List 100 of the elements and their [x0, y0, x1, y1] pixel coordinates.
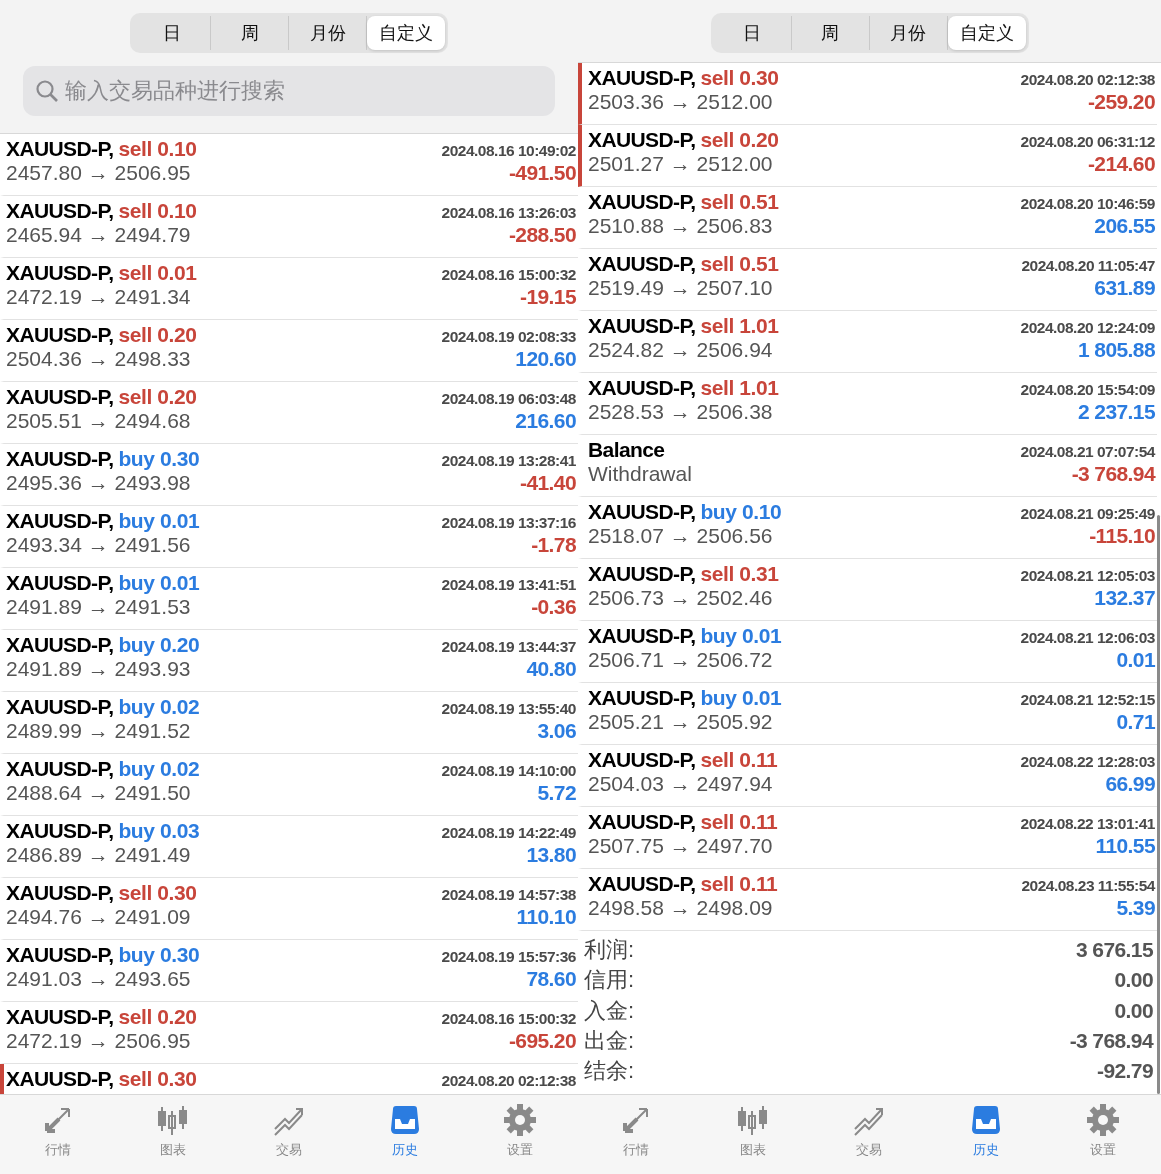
profit-value: 216.60 [515, 409, 576, 433]
trade-row[interactable]: XAUUSD-P, buy 0.01 2024.08.21 12:06:03 2506.71 → 2506.72 0.01 [578, 621, 1157, 683]
profit-value: 631.89 [1094, 276, 1155, 300]
summary-value: -92.79 [1097, 1058, 1153, 1083]
trade-row[interactable]: XAUUSD-P, sell 0.30 2024.08.19 14:57:38 2494.76 → 2491.09 110.10 [0, 878, 578, 940]
nav-tab[interactable]: 历史 [927, 1095, 1045, 1174]
trade-row[interactable]: XAUUSD-P, sell 0.11 2024.08.22 13:01:41 2507.75 → 2497.70 110.55 [578, 807, 1157, 869]
trade-row[interactable]: XAUUSD-P, buy 0.30 2024.08.19 13:28:41 2495.36 → 2493.98 -41.40 [0, 444, 578, 506]
price-range: 2495.36 → 2493.98 [6, 471, 191, 495]
trade-row[interactable]: XAUUSD-P, buy 0.10 2024.08.21 09:25:49 2518.07 → 2506.56 -115.10 [578, 497, 1157, 559]
trade-row[interactable]: XAUUSD-P, sell 0.31 2024.08.21 12:05:03 2506.73 → 2502.46 132.37 [578, 559, 1157, 621]
profit-value: 13.80 [526, 843, 576, 867]
summary-value: 0.00 [1114, 968, 1153, 993]
summary-value: 0.00 [1114, 998, 1153, 1023]
trade-row[interactable]: XAUUSD-P, sell 0.51 2024.08.20 10:46:59 2510.88 → 2506.83 206.55 [578, 187, 1157, 249]
trade-time: 2024.08.21 12:06:03 [1020, 629, 1155, 647]
period-tab[interactable]: 自定义 [947, 16, 1026, 50]
trade-row[interactable]: XAUUSD-P, sell 0.01 2024.08.16 15:00:32 2472.19 → 2491.34 -19.15 [0, 258, 578, 320]
symbol-label: XAUUSD-P, [588, 748, 696, 771]
price-range: 2472.19 → 2491.34 [6, 285, 191, 309]
entry-title: Balance [588, 438, 665, 461]
trade-row[interactable]: XAUUSD-P, sell 0.20 2024.08.20 06:31:12 2501.27 → 2512.00 -214.60 [578, 125, 1157, 187]
trade-time: 2024.08.20 11:05:47 [1021, 257, 1155, 275]
order-action: sell 0.20 [118, 385, 197, 408]
trade-time: 2024.08.23 11:55:54 [1021, 877, 1155, 895]
period-tab[interactable]: 日 [133, 16, 211, 50]
profit-value: 120.60 [515, 347, 576, 371]
trade-time: 2024.08.22 12:28:03 [1020, 753, 1155, 771]
trade-row[interactable]: XAUUSD-P, buy 0.01 2024.08.21 12:52:15 2505.21 → 2505.92 0.71 [578, 683, 1157, 745]
order-action: buy 0.01 [700, 624, 782, 647]
summary-value: -3 768.94 [1069, 1028, 1153, 1053]
profit-value: -695.20 [508, 1029, 576, 1053]
balance-row[interactable]: Balance 2024.08.21 07:07:54 Withdrawal -3 768.94 [578, 435, 1157, 497]
order-action: sell 1.01 [700, 376, 779, 399]
symbol-label: XAUUSD-P, [588, 376, 696, 399]
profit-value: 132.37 [1094, 586, 1155, 610]
nav-tab[interactable]: 行情 [0, 1095, 116, 1174]
trade-row[interactable]: XAUUSD-P, buy 0.20 2024.08.19 13:44:37 2491.89 → 2493.93 40.80 [0, 630, 578, 692]
order-action: sell 0.20 [700, 128, 779, 151]
period-tab[interactable]: 日 [713, 16, 792, 50]
trade-row[interactable]: XAUUSD-P, buy 0.02 2024.08.19 14:10:00 2488.64 → 2491.50 5.72 [0, 754, 578, 816]
order-action: sell 0.51 [700, 252, 779, 275]
price-range: 2504.03 → 2497.94 [588, 772, 773, 796]
settings-icon [503, 1103, 538, 1137]
symbol-label: XAUUSD-P, [6, 881, 114, 904]
period-tab[interactable]: 自定义 [367, 16, 445, 50]
price-range: 2457.80 → 2506.95 [6, 161, 191, 185]
symbol-label: XAUUSD-P, [588, 252, 696, 275]
trade-row[interactable]: XAUUSD-P, buy 0.02 2024.08.19 13:55:40 2489.99 → 2491.52 3.06 [0, 692, 578, 754]
scroll-bar[interactable] [1157, 515, 1160, 1094]
profit-value: -19.15 [520, 285, 576, 309]
trade-row[interactable]: XAUUSD-P, buy 0.01 2024.08.19 13:41:51 2491.89 → 2491.53 -0.36 [0, 568, 578, 630]
nav-tab[interactable]: 历史 [346, 1095, 463, 1174]
trade-time: 2024.08.21 07:07:54 [1020, 443, 1155, 461]
price-range: 2524.82 → 2506.94 [588, 338, 773, 362]
trade-row[interactable]: XAUUSD-P, sell 0.30 2024.08.20 02:12:38 2503.36 → 2512.00 -259.20 [578, 63, 1157, 125]
period-tab[interactable]: 周 [211, 16, 289, 50]
symbol-label: XAUUSD-P, [6, 199, 114, 222]
nav-tab[interactable]: 行情 [578, 1095, 695, 1174]
symbol-label: XAUUSD-P, [588, 314, 696, 337]
profit-value: 110.10 [516, 905, 576, 929]
trade-row[interactable]: XAUUSD-P, sell 0.20 2024.08.19 06:03:48 2505.51 → 2494.68 216.60 [0, 382, 578, 444]
symbol-label: XAUUSD-P, [588, 500, 696, 523]
trade-row[interactable]: XAUUSD-P, sell 0.10 2024.08.16 13:26:03 2465.94 → 2494.79 -288.50 [0, 196, 578, 258]
period-tab[interactable]: 月份 [869, 16, 948, 50]
order-action: sell 1.01 [700, 314, 779, 337]
symbol-label: XAUUSD-P, [588, 128, 696, 151]
trade-row[interactable]: XAUUSD-P, buy 0.01 2024.08.19 13:37:16 2493.34 → 2491.56 -1.78 [0, 506, 578, 568]
order-action: sell 0.01 [118, 261, 197, 284]
trade-row[interactable]: XAUUSD-P, sell 0.11 2024.08.23 11:55:54 2498.58 → 2498.09 5.39 [578, 869, 1157, 931]
price-range: 2506.73 → 2502.46 [588, 586, 773, 610]
trade-row[interactable]: XAUUSD-P, sell 0.20 2024.08.16 15:00:32 2472.19 → 2506.95 -695.20 [0, 1002, 578, 1064]
price-range: 2472.19 → 2506.95 [6, 1029, 191, 1053]
trade-time: 2024.08.16 15:00:32 [441, 1010, 576, 1028]
symbol-label: XAUUSD-P, [6, 757, 114, 780]
trade-row[interactable]: XAUUSD-P, sell 1.01 2024.08.20 12:24:09 2524.82 → 2506.94 1 805.88 [578, 311, 1157, 373]
trade-row[interactable]: XAUUSD-P, sell 1.01 2024.08.20 15:54:09 2528.53 → 2506.38 2 237.15 [578, 373, 1157, 435]
trade-time: 2024.08.22 13:01:41 [1020, 815, 1155, 833]
trade-row[interactable]: XAUUSD-P, sell 0.51 2024.08.20 11:05:47 2519.49 → 2507.10 631.89 [578, 249, 1157, 311]
trade-time: 2024.08.19 13:55:40 [441, 700, 576, 718]
trade-time: 2024.08.16 15:00:32 [441, 266, 576, 284]
profit-value: 78.60 [526, 967, 576, 991]
symbol-label: XAUUSD-P, [6, 509, 114, 532]
profit-value: 3.06 [537, 719, 576, 743]
trade-row[interactable]: XAUUSD-P, buy 0.03 2024.08.19 14:22:49 2486.89 → 2491.49 13.80 [0, 816, 578, 878]
price-range: 2493.34 → 2491.56 [6, 533, 191, 557]
symbol-label: XAUUSD-P, [588, 686, 696, 709]
trade-time: 2024.08.21 12:52:15 [1020, 691, 1155, 709]
symbol-label: XAUUSD-P, [6, 695, 114, 718]
trade-row[interactable]: XAUUSD-P, sell 0.11 2024.08.22 12:28:03 2504.03 → 2497.94 66.99 [578, 745, 1157, 807]
profit-value: 2 237.15 [1078, 400, 1155, 424]
search-field[interactable]: 输入交易品种进行搜索 [23, 66, 555, 116]
trade-row[interactable]: XAUUSD-P, buy 0.30 2024.08.19 15:57:36 2491.03 → 2493.65 78.60 [0, 940, 578, 1002]
trade-row[interactable]: XAUUSD-P, sell 0.10 2024.08.16 10:49:02 2457.80 → 2506.95 -491.50 [0, 134, 578, 196]
order-action: sell 0.10 [118, 137, 197, 160]
period-tab[interactable]: 周 [791, 16, 870, 50]
symbol-label: XAUUSD-P, [6, 323, 114, 346]
symbol-label: XAUUSD-P, [588, 872, 696, 895]
trade-row[interactable]: XAUUSD-P, sell 0.20 2024.08.19 02:08:33 2504.36 → 2498.33 120.60 [0, 320, 578, 382]
trade-time: 2024.08.20 10:46:59 [1020, 195, 1155, 213]
